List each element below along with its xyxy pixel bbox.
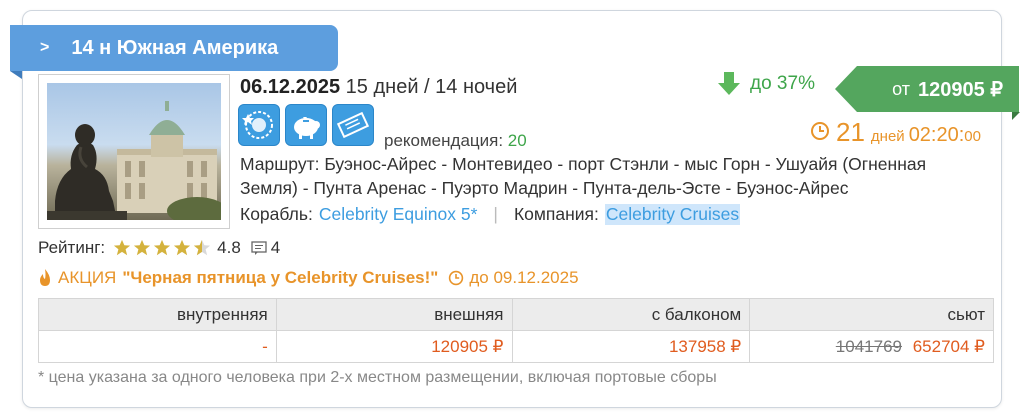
rating-stars bbox=[113, 239, 211, 257]
price-outer[interactable]: 120905 ₽ bbox=[275, 330, 513, 363]
route-text: Буэнос-Айрес - Монтевидео - порт Стэнли … bbox=[240, 154, 927, 198]
recommendation-value: 20 bbox=[507, 131, 527, 150]
promo-name[interactable]: "Черная пятница у Celebrity Cruises!" bbox=[122, 268, 438, 288]
discount-badge: до 37% bbox=[718, 72, 815, 96]
fire-icon bbox=[40, 269, 50, 286]
chevron-right-icon: > bbox=[40, 39, 50, 56]
promo-line: АКЦИЯ "Черная пятница у Celebrity Cruise… bbox=[38, 268, 579, 288]
promo-prefix: АКЦИЯ bbox=[58, 268, 117, 287]
ship-link[interactable]: Celebrity Equinox 5* bbox=[319, 204, 478, 225]
header-inner: внутренняя bbox=[38, 298, 277, 331]
recommendation-label: рекомендация: bbox=[384, 131, 504, 150]
clock-icon bbox=[811, 122, 829, 140]
arrow-down-icon bbox=[718, 72, 740, 95]
promo-until-date: до 09.12.2025 bbox=[469, 268, 579, 287]
comments-count[interactable]: 4 bbox=[251, 238, 280, 258]
photo-image bbox=[47, 83, 221, 220]
ticket-icon[interactable] bbox=[332, 104, 374, 146]
star-icon bbox=[154, 239, 171, 256]
company-link[interactable]: Celebrity Cruises bbox=[604, 204, 741, 225]
price-suite-new: 652704 ₽ bbox=[912, 336, 985, 356]
timer-seconds: 00 bbox=[964, 128, 981, 145]
ship-label: Корабль: bbox=[240, 204, 313, 224]
header-balcony: с балконом bbox=[511, 298, 751, 331]
countdown-timer: 21 дней 02:20: 00 bbox=[810, 117, 981, 148]
price-prefix: от bbox=[892, 78, 910, 99]
cruise-photo[interactable] bbox=[38, 74, 230, 229]
route: Маршрут: Буэнос-Айрес - Монтевидео - пор… bbox=[240, 152, 980, 200]
separator: | bbox=[493, 204, 498, 224]
thinker-statue-illustration bbox=[47, 101, 221, 220]
timer-days: 21 bbox=[836, 117, 865, 147]
cruise-dates: 06.12.2025 15 дней / 14 ночей bbox=[240, 76, 517, 99]
cabin-prices-table: внутренняя внешняя с балконом сьют - 120… bbox=[38, 298, 994, 363]
header-outer: внешняя bbox=[275, 298, 513, 331]
comment-icon bbox=[251, 241, 267, 255]
price-footnote: * цена указана за одного человека при 2-… bbox=[38, 369, 717, 386]
price-flag-fold bbox=[1012, 112, 1020, 120]
rating-score: 4.8 bbox=[217, 238, 241, 257]
star-icon bbox=[114, 239, 131, 256]
star-icon bbox=[134, 239, 151, 256]
cruise-title-tab[interactable]: > 14 н Южная Америка bbox=[10, 25, 338, 79]
price-inner[interactable]: - bbox=[38, 330, 277, 363]
timer-time: 02:20: bbox=[908, 124, 965, 146]
rating: Рейтинг: 4.8 4 bbox=[38, 238, 280, 258]
duration: 15 дней / 14 ночей bbox=[345, 76, 518, 98]
header-suite: сьют bbox=[749, 298, 994, 331]
price-flag[interactable]: от 120905 ₽ bbox=[835, 66, 1019, 112]
comments-value: 4 bbox=[270, 238, 281, 257]
ship-company-line: Корабль: Celebrity Equinox 5* | Компания… bbox=[240, 204, 741, 225]
price-balcony[interactable]: 137958 ₽ bbox=[511, 330, 751, 363]
premium-icon[interactable] bbox=[238, 104, 280, 146]
route-label: Маршрут: bbox=[240, 154, 320, 174]
recommendation: рекомендация: 20 bbox=[384, 131, 527, 151]
star-icon bbox=[174, 239, 191, 256]
feature-icons bbox=[238, 104, 374, 146]
cruise-title: 14 н Южная Америка bbox=[71, 36, 279, 59]
company-label: Компания: bbox=[513, 204, 599, 224]
half-star-icon bbox=[194, 239, 211, 256]
price-suite[interactable]: 1041769 652704 ₽ bbox=[749, 330, 994, 363]
promo-until: до 09.12.2025 bbox=[448, 268, 579, 288]
table-row: - 120905 ₽ 137958 ₽ 1041769 652704 ₽ bbox=[38, 330, 994, 363]
price-value: 120905 ₽ bbox=[917, 78, 1003, 101]
discount-value: до 37% bbox=[750, 73, 815, 94]
timer-days-label: дней bbox=[870, 128, 905, 145]
price-suite-old: 1041769 bbox=[835, 336, 902, 356]
departure-date: 06.12.2025 bbox=[240, 76, 341, 98]
rating-label: Рейтинг: bbox=[38, 238, 106, 257]
clock-icon bbox=[449, 270, 464, 286]
piggy-bank-icon[interactable] bbox=[285, 104, 327, 146]
